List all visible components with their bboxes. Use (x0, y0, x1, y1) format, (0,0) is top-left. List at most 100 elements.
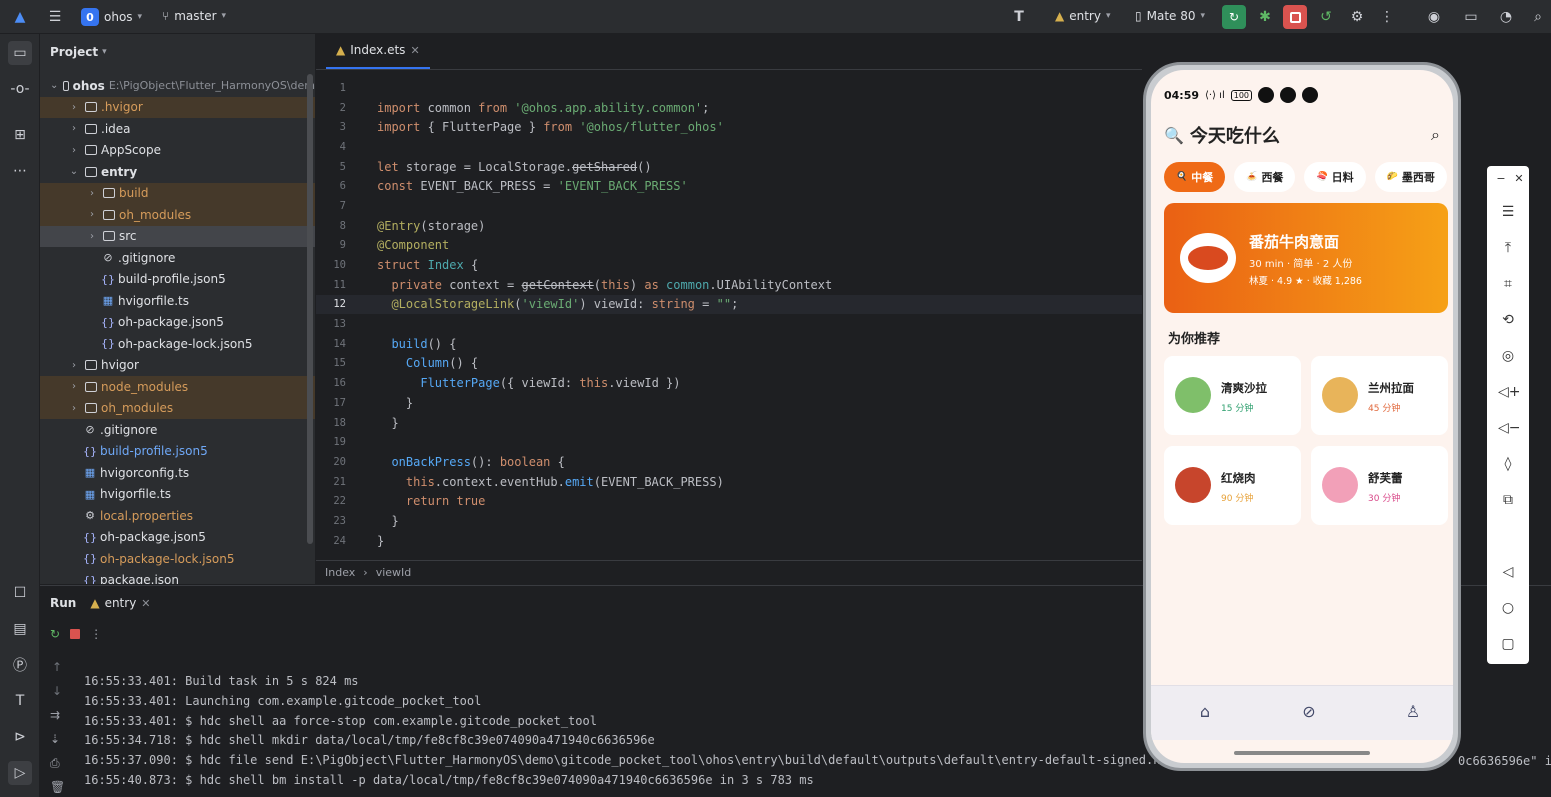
code-line[interactable]: 8 @Entry(storage) (316, 216, 1142, 236)
tree-item[interactable]: {} build-profile.json5 (40, 441, 315, 463)
tree-item[interactable]: ⚙ local.properties (40, 505, 315, 527)
phone-screen[interactable]: 04:59 ⟨·⟩ ıl 100 🔍 今天吃什么 ⌕ 🍳 中餐 🍝 西餐 🍣 日料 🌮 墨西哥… (1151, 70, 1453, 763)
tab-index-ets[interactable]: ▲ Index.ets ✕ (326, 33, 430, 69)
arrow-up-icon[interactable]: ↑ (52, 660, 62, 674)
scroll-to-end-icon[interactable]: ⇣ (50, 732, 60, 746)
run-console[interactable]: 16:55:33.401: Build task in 5 s 824 ms 16… (84, 674, 1168, 793)
code-area[interactable]: 1 2 import common from '@ohos.app.ability.… (316, 78, 1142, 551)
code-line[interactable]: 16 FlutterPage({ viewId: this.viewId }) (316, 373, 1142, 393)
attach-debugger-icon[interactable]: ⚙ (1346, 6, 1368, 28)
code-line[interactable]: 13 (316, 314, 1142, 334)
project-switcher[interactable]: 0 ohos ▾ (81, 8, 142, 26)
volume-down-icon[interactable]: ◁− (1498, 420, 1521, 440)
tab-run-entry[interactable]: ▲ entry ✕ (90, 596, 150, 610)
crop-icon[interactable]: ⌗ (1498, 276, 1518, 296)
tree-item[interactable]: › src (40, 225, 315, 247)
debug-icon[interactable]: ✱ (1254, 6, 1276, 28)
code-line[interactable]: 23 } (316, 511, 1142, 531)
code-line[interactable]: 2 import common from '@ohos.app.ability.c… (316, 98, 1142, 118)
code-line[interactable]: 1 (316, 78, 1142, 98)
apply-changes-icon[interactable]: ↺ (1315, 6, 1337, 28)
recipe-card[interactable]: 舒芙蕾 30 分钟 (1311, 446, 1448, 525)
code-line[interactable]: 6 const EVENT_BACK_PRESS = 'EVENT_BACK_PR… (316, 176, 1142, 196)
project-structure-icon[interactable]: ▭ (1460, 6, 1482, 28)
tree-item[interactable]: {} oh-package-lock.json5 (40, 548, 315, 570)
tree-root[interactable]: ⌄ ohos E:\PigObject\Flutter_HarmonyOS\de… (40, 75, 315, 97)
code-line[interactable]: 11 private context = getContext(this) as… (316, 275, 1142, 295)
compass-icon[interactable]: ⊘ (1298, 702, 1320, 724)
stop-button[interactable] (1283, 5, 1307, 29)
tree-item[interactable]: › build (40, 182, 315, 204)
rerun-button[interactable]: ↻ (1222, 5, 1246, 29)
code-line[interactable]: 17 } (316, 393, 1142, 413)
cuisine-chip[interactable]: 🍳 中餐 (1164, 162, 1226, 192)
tree-item[interactable]: › oh_modules (40, 204, 315, 226)
code-line[interactable]: 4 (316, 137, 1142, 157)
cuisine-chip[interactable]: 🌮 墨西哥 (1374, 162, 1447, 192)
run-tool-icon[interactable]: ▷ (8, 761, 32, 785)
search-icon[interactable]: ⌕ (1527, 6, 1549, 28)
todo-icon[interactable]: ☐ (8, 581, 32, 605)
close-icon[interactable]: ✕ (1509, 172, 1529, 192)
shake-icon[interactable]: ◊ (1498, 456, 1518, 476)
branch-switcher[interactable]: ⑂ master ▾ (162, 9, 226, 23)
project-panel-header[interactable]: Project ▾ (40, 34, 315, 70)
code-line[interactable]: 19 (316, 432, 1142, 452)
tree-item[interactable]: ⌄ entry (40, 161, 315, 183)
code-line[interactable]: 20 onBackPress(): boolean { (316, 452, 1142, 472)
layout-icon[interactable]: ▤ (8, 617, 32, 641)
tree-item[interactable]: › hvigor (40, 355, 315, 377)
tree-item[interactable]: {} oh-package.json5 (40, 312, 315, 334)
device-selector[interactable]: ▯ Mate 80 ▾ (1135, 9, 1205, 23)
tree-item[interactable]: ▦ hvigorfile.ts (40, 484, 315, 506)
code-linter-icon[interactable]: T (8, 689, 32, 713)
tree-item[interactable]: {} oh-package.json5 (40, 527, 315, 549)
print-icon[interactable]: ⎙ (50, 756, 60, 771)
hamburger-menu-icon[interactable]: ☰ (44, 6, 66, 28)
recipe-card[interactable]: 兰州拉面 45 分钟 (1311, 356, 1448, 435)
run-config-selector[interactable]: ▲ entry ▾ (1055, 9, 1111, 23)
cuisine-chip[interactable]: 🍝 西餐 (1234, 162, 1296, 192)
profile-icon[interactable]: ♙ (1402, 702, 1424, 724)
code-line[interactable]: 10 struct Index { (316, 255, 1142, 275)
tree-item[interactable]: ⊘ .gitignore (40, 419, 315, 441)
menu-icon[interactable]: ☰ (1498, 204, 1518, 224)
code-line[interactable]: 24} (316, 531, 1142, 551)
breadcrumb-item[interactable]: viewId (376, 566, 412, 579)
rotate-icon[interactable]: ⟲ (1498, 312, 1518, 332)
recents-icon[interactable]: ▢ (1498, 636, 1518, 656)
back-icon[interactable]: ◁ (1498, 564, 1518, 584)
tree-item[interactable]: {} oh-package-lock.json5 (40, 333, 315, 355)
code-line[interactable]: 5 let storage = LocalStorage.getShared() (316, 157, 1142, 177)
text-format-icon[interactable]: T (1008, 6, 1030, 28)
trash-icon[interactable]: 🗑 (50, 780, 65, 794)
tree-item[interactable]: › oh_modules (40, 397, 315, 419)
stop-icon[interactable] (70, 629, 81, 639)
home-indicator[interactable] (1234, 751, 1370, 755)
tree-item[interactable]: {} package.json (40, 570, 315, 584)
profiler-icon[interactable]: Ⓟ (8, 653, 32, 677)
tree-item[interactable]: {} build-profile.json5 (40, 269, 315, 291)
recipe-card[interactable]: 清爽沙拉 15 分钟 (1164, 356, 1301, 435)
tree-item[interactable]: › AppScope (40, 140, 315, 162)
code-line[interactable]: 14 build() { (316, 334, 1142, 354)
close-icon[interactable]: ✕ (410, 44, 419, 57)
tree-scrollbar[interactable] (307, 74, 313, 544)
code-line[interactable]: 18 } (316, 413, 1142, 433)
code-line[interactable]: 21 this.context.eventHub.emit(EVENT_BACK… (316, 472, 1142, 492)
search-icon[interactable]: ⌕ (1431, 125, 1440, 145)
rerun-icon[interactable]: ↻ (50, 627, 60, 641)
location-icon[interactable]: ◎ (1498, 348, 1518, 368)
more-tools-icon[interactable]: ⋯ (8, 159, 32, 183)
code-line[interactable]: 9 @Component (316, 236, 1142, 256)
volume-up-icon[interactable]: ◁+ (1498, 384, 1521, 404)
code-line[interactable]: 12 @LocalStorageLink('viewId') viewId: s… (316, 294, 1142, 315)
services-icon[interactable]: ⊳ (8, 725, 32, 749)
code-line[interactable]: 22 return true (316, 491, 1142, 511)
commit-icon[interactable]: -o- (8, 77, 32, 101)
recipe-card[interactable]: 红烧肉 90 分钟 (1164, 446, 1301, 525)
tree-item[interactable]: ▦ hvigorconfig.ts (40, 462, 315, 484)
breadcrumb-item[interactable]: Index (325, 566, 355, 579)
app-logo-icon[interactable]: ▲ (9, 6, 31, 28)
code-line[interactable]: 7 (316, 196, 1142, 216)
